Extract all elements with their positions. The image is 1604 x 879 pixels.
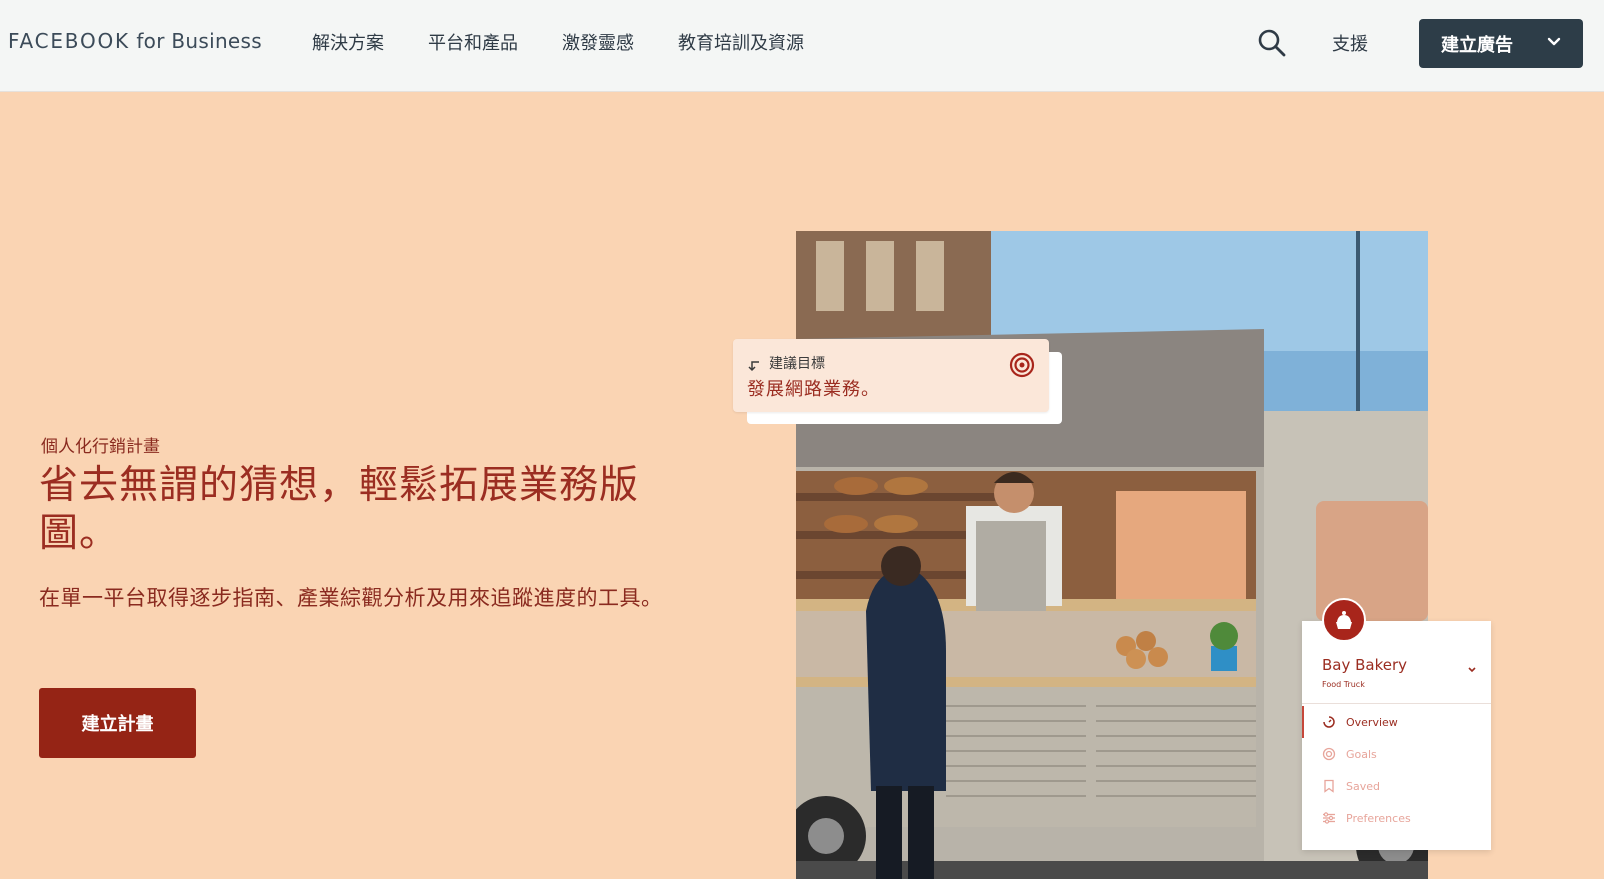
- menu-item-saved[interactable]: Saved: [1302, 770, 1491, 802]
- nav-link-solutions[interactable]: 解決方案: [312, 29, 384, 55]
- main-nav: 解決方案 平台和產品 激發靈感 教育培訓及資源: [312, 29, 804, 55]
- menu-label: Overview: [1346, 715, 1398, 729]
- create-ad-label: 建立廣告: [1441, 34, 1513, 56]
- menu-label: Saved: [1346, 779, 1380, 793]
- sliders-icon: [1322, 811, 1336, 825]
- nav-link-inspiration[interactable]: 激發靈感: [562, 29, 634, 55]
- suggested-goal-card[interactable]: 建議目標 發展網路業務。: [733, 339, 1049, 412]
- menu-label: Preferences: [1346, 811, 1411, 825]
- bakery-logo-icon: [1322, 598, 1366, 642]
- hero-eyebrow: 個人化行銷計畫: [41, 437, 160, 457]
- create-plan-button[interactable]: 建立計畫: [39, 688, 196, 758]
- menu-label: Goals: [1346, 747, 1377, 761]
- nav-link-learning[interactable]: 教育培訓及資源: [678, 29, 804, 55]
- hero-headline: 省去無謂的猜想，輕鬆拓展業務版圖。: [39, 463, 640, 556]
- goal-text: 發展網路業務。: [747, 379, 880, 400]
- hero-subtext: 在單一平台取得逐步指南、產業綜觀分析及用來追蹤進度的工具。: [39, 586, 663, 610]
- target-icon: [1009, 352, 1035, 382]
- overview-icon: [1322, 715, 1336, 729]
- menu-item-preferences[interactable]: Preferences: [1302, 802, 1491, 834]
- bookmark-icon: [1322, 779, 1336, 793]
- business-panel: Bay Bakery Food Truck Overview Goals Sav…: [1302, 621, 1491, 850]
- goals-icon: [1322, 747, 1336, 761]
- brand-suffix: for Business: [136, 29, 262, 53]
- menu-item-goals[interactable]: Goals: [1302, 738, 1491, 770]
- business-name[interactable]: Bay Bakery: [1322, 656, 1407, 674]
- nav-link-platforms[interactable]: 平台和產品: [428, 29, 518, 55]
- top-navigation: FACEBOOK for Business 解決方案 平台和產品 激發靈感 教育…: [0, 0, 1604, 92]
- business-menu: Overview Goals Saved Preferences: [1302, 706, 1491, 834]
- business-type: Food Truck: [1322, 680, 1365, 689]
- goal-label: 建議目標: [769, 356, 825, 372]
- search-icon[interactable]: [1256, 27, 1288, 59]
- chevron-down-icon: [1545, 33, 1563, 56]
- chevron-down-icon[interactable]: [1466, 661, 1478, 680]
- divider: [1302, 703, 1491, 704]
- menu-item-overview[interactable]: Overview: [1302, 706, 1491, 738]
- create-ad-button[interactable]: 建立廣告: [1419, 19, 1583, 68]
- turn-arrow-icon: [747, 357, 761, 376]
- brand-wordmark: FACEBOOK: [8, 29, 130, 53]
- support-link[interactable]: 支援: [1332, 30, 1368, 56]
- brand-logo[interactable]: FACEBOOK for Business: [8, 29, 262, 53]
